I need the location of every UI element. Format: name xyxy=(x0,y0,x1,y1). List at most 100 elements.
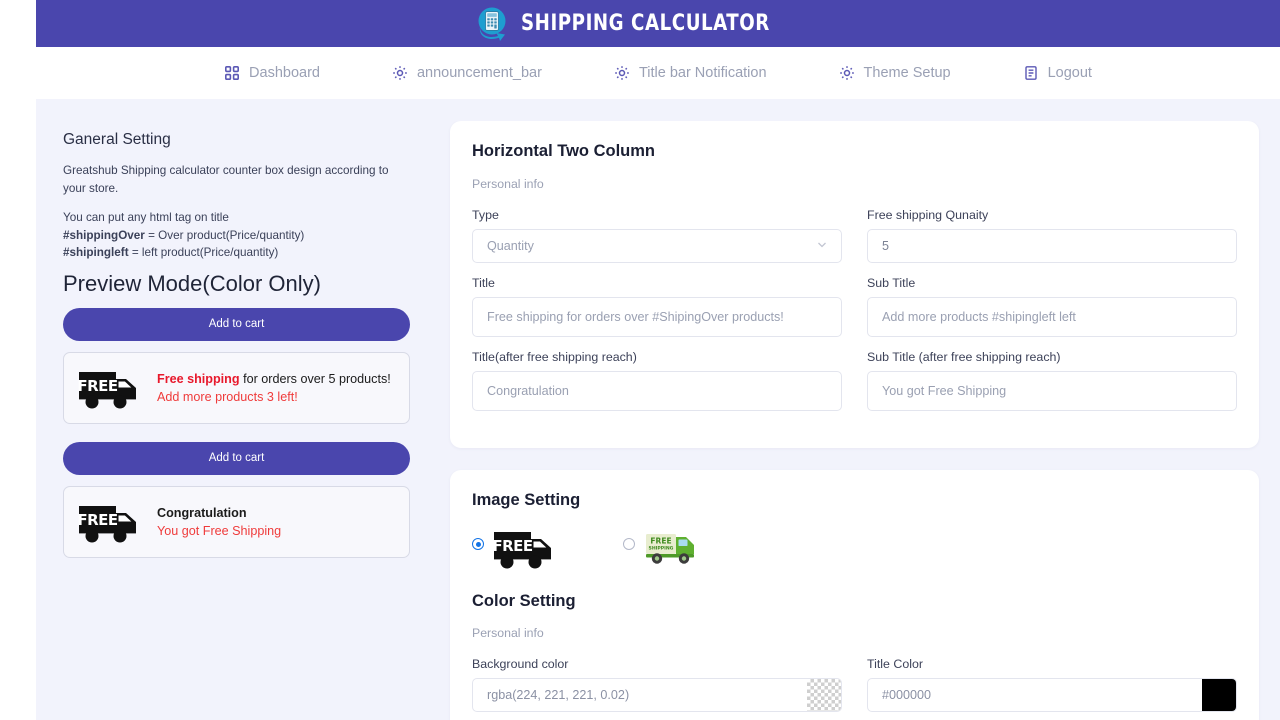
background-color-input[interactable]: rgba(224, 221, 221, 0.02) xyxy=(472,678,842,712)
promo-line-2: You got Free Shipping xyxy=(157,523,282,538)
hint-line-3: #shipingleft = left product(Price/quanti… xyxy=(63,244,436,262)
image-option-group: FREE FREE SHIPPING xyxy=(472,526,1237,570)
image-setting-card: Image Setting FREE FREE SHIPPING Color S… xyxy=(450,470,1259,720)
hint-line-1: You can put any html tag on title xyxy=(63,211,229,225)
gear-icon xyxy=(839,65,855,81)
svg-text:FREE: FREE xyxy=(650,537,671,546)
input-value: Add more products #shipingleft left xyxy=(882,310,1076,324)
sub-title-input[interactable]: Add more products #shipingleft left xyxy=(867,297,1237,337)
field-label: Title(after free shipping reach) xyxy=(472,350,637,364)
field-label: Title Color xyxy=(867,657,923,671)
field-label: Sub Title xyxy=(867,276,916,290)
field-background-color: Background color rgba(224, 221, 221, 0.0… xyxy=(472,657,842,712)
input-value: 5 xyxy=(882,239,890,253)
app-shell: Shipping Calculator Dashboard xyxy=(36,0,1280,720)
input-value: Congratulation xyxy=(487,384,569,398)
field-label: Type xyxy=(472,208,499,222)
title-after-reach-input[interactable]: Congratulation xyxy=(472,371,842,411)
field-sub-title: Sub Title Add more products #shipingleft… xyxy=(867,276,1237,337)
horizontal-two-column-card: Horizontal Two Column Personal info Type… xyxy=(450,121,1259,448)
green-free-shipping-truck-icon: FREE SHIPPING xyxy=(644,526,704,566)
nav-item-logout[interactable]: Logout xyxy=(987,65,1128,81)
svg-text:FREE: FREE xyxy=(493,537,533,555)
input-value: rgba(224, 221, 221, 0.02) xyxy=(487,688,630,702)
hint-rest-2: = left product(Price/quantity) xyxy=(128,246,279,260)
field-type: Type Quantity xyxy=(472,208,842,263)
image-option-black-truck[interactable]: FREE xyxy=(472,526,559,570)
field-title-color: Title Color #000000 xyxy=(867,657,1237,712)
preview-mode-heading: Preview Mode(Color Only) xyxy=(63,270,321,296)
card-subtitle: Personal info xyxy=(472,177,544,191)
radio-green-truck[interactable] xyxy=(623,538,635,550)
nav-item-announcement-bar[interactable]: announcement_bar xyxy=(356,65,578,81)
panel-hints: You can put any html tag on title #shipp… xyxy=(63,209,436,262)
input-value: #000000 xyxy=(882,688,932,702)
promo-text: Free shipping for orders over 5 products… xyxy=(157,370,391,407)
hint-token-shipping-over: #shippingOver xyxy=(63,228,145,242)
main-nav: Dashboard announcement_bar Title bar Not… xyxy=(36,47,1280,99)
calculator-icon xyxy=(474,5,512,43)
promo-card-after-reach: FREE Congratulation You got Free Shippin… xyxy=(63,485,410,558)
title-color-swatch[interactable] xyxy=(1202,679,1236,711)
type-select[interactable]: Quantity xyxy=(472,229,842,263)
general-setting-panel: Ganeral Setting Greatshub Shipping calcu… xyxy=(36,121,436,720)
field-label: Free shipping Qunaity xyxy=(867,208,989,222)
image-option-green-truck[interactable]: FREE SHIPPING xyxy=(623,526,704,566)
image-setting-title: Image Setting xyxy=(472,491,581,509)
promo-line-1: Free shipping for orders over 5 products… xyxy=(157,370,391,388)
promo-text: Congratulation You got Free Shipping xyxy=(157,504,281,541)
promo-accent: Congratulation xyxy=(157,505,247,520)
input-value: You got Free Shipping xyxy=(882,384,1007,398)
background-color-swatch[interactable] xyxy=(807,679,841,711)
nav-item-title-bar-notification[interactable]: Title bar Notification xyxy=(578,65,803,81)
nav-item-theme-setup[interactable]: Theme Setup xyxy=(803,65,987,81)
free-shipping-truck-icon: FREE xyxy=(77,366,144,410)
nav-item-label: Title bar Notification xyxy=(638,65,767,81)
field-label: Background color xyxy=(472,657,569,671)
promo-rest: for orders over 5 products! xyxy=(239,371,391,386)
hint-rest-1: = Over product(Price/quantity) xyxy=(144,228,305,242)
promo-accent: Free shipping xyxy=(157,371,240,386)
brand-logo-group: Shipping Calculator xyxy=(474,5,791,43)
radio-black-truck[interactable] xyxy=(472,538,484,550)
promo-card-before-reach: FREE Free shipping for orders over 5 pro… xyxy=(63,351,410,424)
add-to-cart-button-2[interactable]: Add to cart xyxy=(63,441,410,475)
title-input[interactable]: Free shipping for orders over #ShipingOv… xyxy=(472,297,842,337)
title-color-input[interactable]: #000000 xyxy=(867,678,1237,712)
black-free-truck-icon: FREE xyxy=(492,526,559,570)
promo-line-1: Congratulation xyxy=(157,504,281,522)
type-select-value: Quantity xyxy=(487,239,534,253)
field-label: Title xyxy=(472,276,495,290)
field-free-shipping-quantity: Free shipping Qunaity 5 xyxy=(867,208,1237,263)
nav-item-label: announcement_bar xyxy=(416,65,542,81)
field-title: Title Free shipping for orders over #Shi… xyxy=(472,276,842,337)
panel-title: Ganeral Setting xyxy=(63,131,171,148)
promo-line-2: Add more products 3 left! xyxy=(157,389,298,404)
hint-line-2: #shippingOver = Over product(Price/quant… xyxy=(63,227,436,245)
nav-item-dashboard[interactable]: Dashboard xyxy=(188,65,356,81)
add-to-cart-button[interactable]: Add to cart xyxy=(63,307,410,341)
nav-item-label: Theme Setup xyxy=(863,65,951,81)
content-area: Ganeral Setting Greatshub Shipping calcu… xyxy=(36,99,1280,720)
free-shipping-truck-icon: FREE xyxy=(77,500,144,544)
svg-text:FREE: FREE xyxy=(78,511,118,529)
color-setting-title: Color Setting xyxy=(472,592,576,610)
document-icon xyxy=(1023,65,1039,81)
hint-token-shiping-left: #shipingleft xyxy=(63,246,129,260)
form-grid: Type Quantity Free shipping Qunaity 5 Ti… xyxy=(472,208,1237,424)
app-title: Shipping Calculator xyxy=(521,11,771,36)
free-shipping-quantity-input[interactable]: 5 xyxy=(867,229,1237,263)
card-title: Horizontal Two Column xyxy=(472,142,656,160)
svg-text:SHIPPING: SHIPPING xyxy=(649,546,674,552)
settings-column: Horizontal Two Column Personal info Type… xyxy=(436,121,1280,720)
field-label: Sub Title (after free shipping reach) xyxy=(867,350,1061,364)
field-title-after-reach: Title(after free shipping reach) Congrat… xyxy=(472,350,842,411)
nav-item-label: Logout xyxy=(1047,65,1092,81)
gear-icon xyxy=(392,65,408,81)
nav-item-label: Dashboard xyxy=(249,65,320,81)
sub-title-after-reach-input[interactable]: You got Free Shipping xyxy=(867,371,1237,411)
grid-icon xyxy=(224,65,240,81)
chevron-down-icon xyxy=(816,239,828,254)
brand-header: Shipping Calculator xyxy=(36,0,1280,47)
panel-description: Greatshub Shipping calculator counter bo… xyxy=(63,164,389,196)
